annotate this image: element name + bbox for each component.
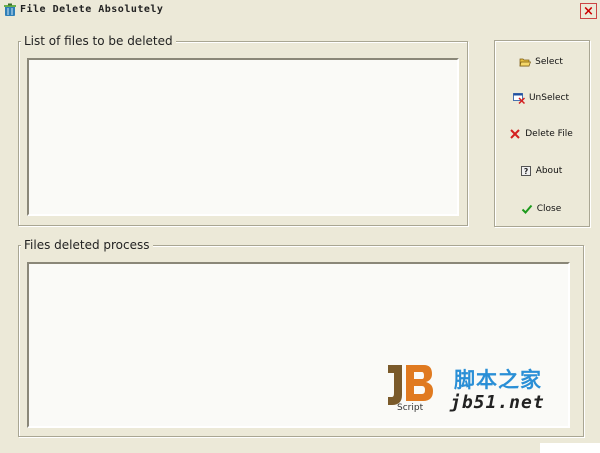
unselect-button-label: UnSelect (528, 93, 570, 103)
close-button-label: Close (536, 204, 562, 214)
close-button[interactable]: Close (498, 198, 584, 220)
window-close-button[interactable]: × (580, 3, 597, 19)
unselect-button[interactable]: UnSelect (498, 87, 584, 109)
select-button-label: Select (535, 57, 563, 67)
folder-open-icon (519, 58, 532, 67)
watermark-script-text: Script (397, 403, 424, 413)
about-button-label: About (535, 166, 563, 176)
watermark-chinese-text: 脚本之家 (454, 368, 542, 392)
delete-file-button[interactable]: Delete File (498, 123, 584, 145)
red-x-icon (510, 129, 520, 139)
delete-file-button-label: Delete File (525, 129, 573, 139)
window-title: File Delete Absolutely (20, 4, 164, 15)
about-icon: ? (520, 166, 531, 176)
files-to-delete-list[interactable] (27, 58, 459, 216)
title-bar[interactable]: File Delete Absolutely × (0, 0, 600, 22)
close-icon: × (583, 3, 594, 19)
select-button[interactable]: Select (498, 51, 584, 73)
files-to-delete-label: List of files to be deleted (21, 34, 176, 48)
window-edge-gap (540, 443, 600, 453)
watermark-site-text: jb51.net (450, 392, 545, 413)
recycle-bin-icon (4, 3, 16, 16)
green-check-icon (521, 204, 532, 214)
unselect-icon (513, 93, 525, 104)
deleted-process-label: Files deleted process (21, 238, 153, 252)
svg-text:?: ? (524, 167, 528, 176)
about-button[interactable]: ? About (498, 160, 584, 182)
